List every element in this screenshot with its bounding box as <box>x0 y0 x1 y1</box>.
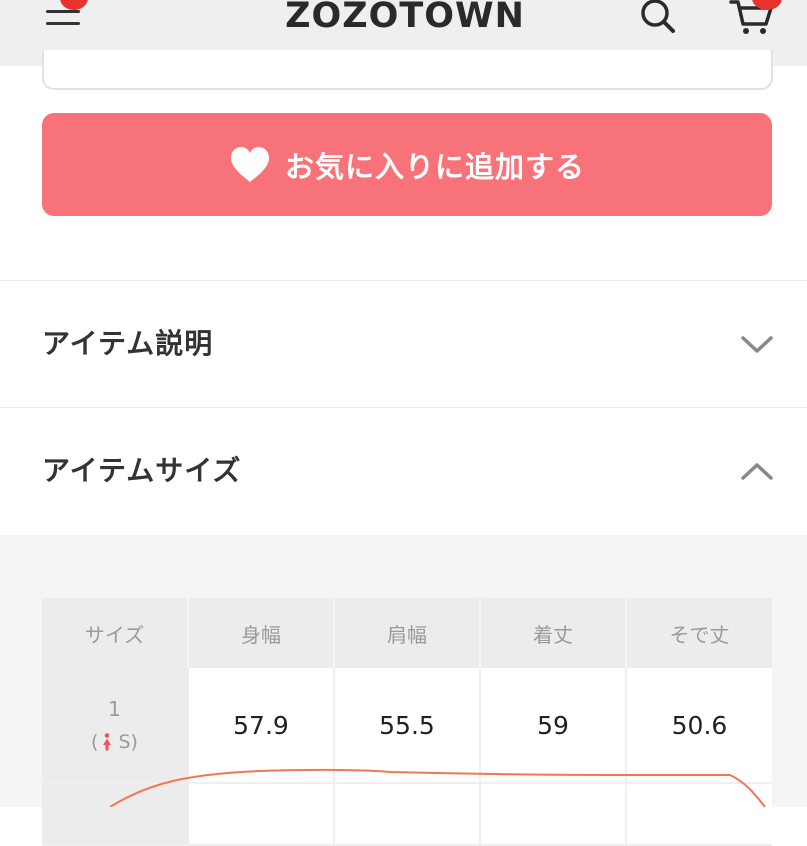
add-to-favorites-button[interactable]: お気に入りに追加する <box>42 113 772 216</box>
option-box[interactable] <box>42 50 773 90</box>
zozotown-logo[interactable]: ZOZOTOWN <box>270 0 540 38</box>
header-size: サイズ <box>42 598 189 668</box>
size-table-header-row: サイズ 身幅 肩幅 着丈 そで丈 <box>42 598 772 668</box>
woman-icon <box>103 733 112 751</box>
size-table: サイズ 身幅 肩幅 着丈 そで丈 1 ( S) 57.9 55.5 59 50.… <box>42 598 772 846</box>
header-length: 着丈 <box>480 598 627 668</box>
value-cell <box>188 783 335 846</box>
header-sleeve-length: そで丈 <box>626 598 772 668</box>
size-label-cell <box>42 783 189 846</box>
search-button[interactable] <box>636 0 680 36</box>
size-number: 1 <box>108 696 121 721</box>
table-row <box>42 783 772 846</box>
item-size-title: アイテムサイズ <box>42 454 242 487</box>
size-label-cell: 1 ( S) <box>42 668 189 784</box>
header-shoulder-width: 肩幅 <box>334 598 481 668</box>
chevron-down-icon <box>741 336 773 353</box>
size-note-open: ( <box>91 730 99 753</box>
add-to-favorites-label: お気に入りに追加する <box>284 149 585 184</box>
chevron-up-icon <box>741 463 773 480</box>
body-width-value: 57.9 <box>188 668 335 784</box>
size-note-close: S) <box>118 730 138 753</box>
table-row: 1 ( S) 57.9 55.5 59 50.6 <box>42 668 772 784</box>
sleeve-length-value: 50.6 <box>626 668 772 784</box>
heart-icon <box>230 146 269 182</box>
item-description-accordion[interactable]: アイテム説明 <box>0 281 807 407</box>
length-value: 59 <box>480 668 627 784</box>
item-size-accordion[interactable]: アイテムサイズ <box>0 408 807 534</box>
shoulder-width-value: 55.5 <box>334 668 481 784</box>
value-cell <box>334 783 481 846</box>
value-cell <box>626 783 772 846</box>
size-gender-note: ( S) <box>91 727 138 757</box>
value-cell <box>480 783 627 846</box>
item-description-title: アイテム説明 <box>42 327 214 360</box>
header-body-width: 身幅 <box>188 598 335 668</box>
magnifier-icon <box>641 0 675 33</box>
